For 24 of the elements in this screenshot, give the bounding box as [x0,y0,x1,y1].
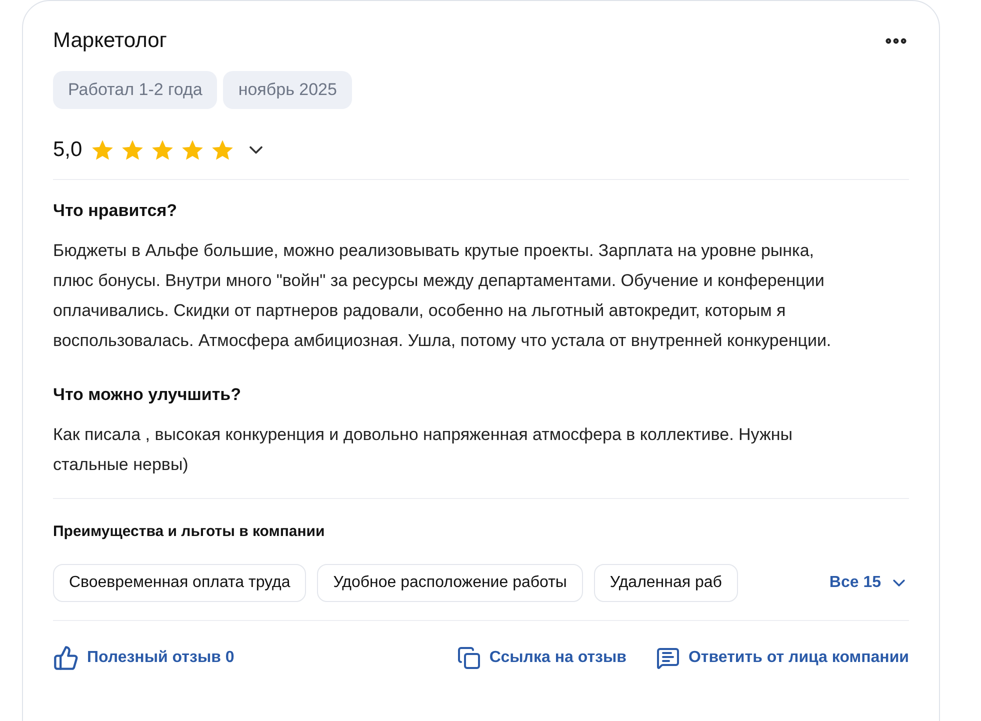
section-heading: Что нравится? [53,200,178,222]
star-icon [90,138,116,162]
thumbs-up-icon [53,644,79,670]
copy-icon [457,646,482,670]
star-icon [150,138,176,162]
useful-button[interactable]: Полезный отзыв 0 [53,644,234,670]
benefit-chip: Удаленная раб [594,564,738,602]
star-icon [120,138,146,162]
rating-value: 5,0 [53,137,82,164]
review-text: Как писала , высокая конкуренция и довольно напряженная атмосфера в коллективе. Нужны стальные нервы) [53,424,794,476]
show-all-button[interactable]: Все 15 [829,570,909,594]
chat-icon [656,646,680,670]
star-icon [210,138,236,162]
section-heading: Что можно улучшить? [53,384,242,406]
link-button[interactable]: Ссылка на отзыв [457,646,626,670]
benefits-heading: Преимущества и льготы в компании [53,522,326,542]
tag: Работал 1-2 года [53,71,218,109]
reply-button[interactable]: Ответить от лица компании [656,646,909,670]
tag: ноябрь 2025 [223,71,352,109]
star-icon [180,138,206,162]
benefit-chip: Удобное расположение работы [317,564,583,602]
benefit-chip: Своевременная оплата труда [53,564,306,602]
position-title: Маркетолог [53,28,167,54]
review-text: Бюджеты в Альфе большие, можно реализовывать крутые проекты. Зарплата на уровне рынка, плюс бонусы. Внутри много "войн" за ресурсы между департаментами. Обучение и конференции оплачивались. Скидки от партнеров радовали, особенно на льготный автокредит, которым я воспользовалась. Атмосфера амбициозная. Ушла, потому что устала от внутренней конкуренции. [53,240,832,352]
